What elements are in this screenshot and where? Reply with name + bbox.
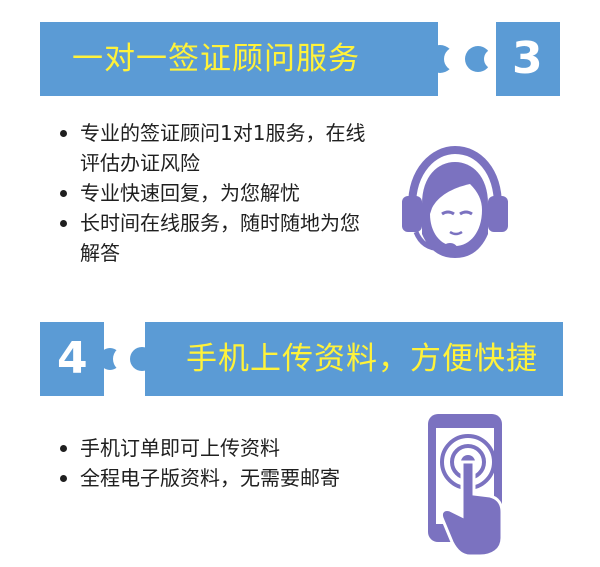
list-item: 全程电子版资料，无需要邮寄 [58, 463, 358, 493]
section-title-1: 一对一签证顾问服务 [72, 41, 360, 77]
phone-tap-icon [428, 414, 504, 558]
headset-agent-icon [402, 145, 508, 258]
list-item: 长时间在线服务，随时随地为您解答 [58, 208, 378, 268]
section-title-2: 手机上传资料，方便快捷 [186, 341, 538, 377]
section-number-4: 4 [57, 333, 88, 384]
bullet-list-section-2: 手机订单即可上传资料 全程电子版资料，无需要邮寄 [58, 433, 358, 493]
list-item: 手机订单即可上传资料 [58, 433, 358, 463]
list-item: 专业的签证顾问1对1服务，在线评估办证风险 [58, 118, 378, 178]
section-number-3: 3 [512, 33, 543, 84]
bullet-list-section-1: 专业的签证顾问1对1服务，在线评估办证风险 专业快速回复，为您解忧 长时间在线服… [58, 118, 378, 268]
list-item: 专业快速回复，为您解忧 [58, 178, 378, 208]
